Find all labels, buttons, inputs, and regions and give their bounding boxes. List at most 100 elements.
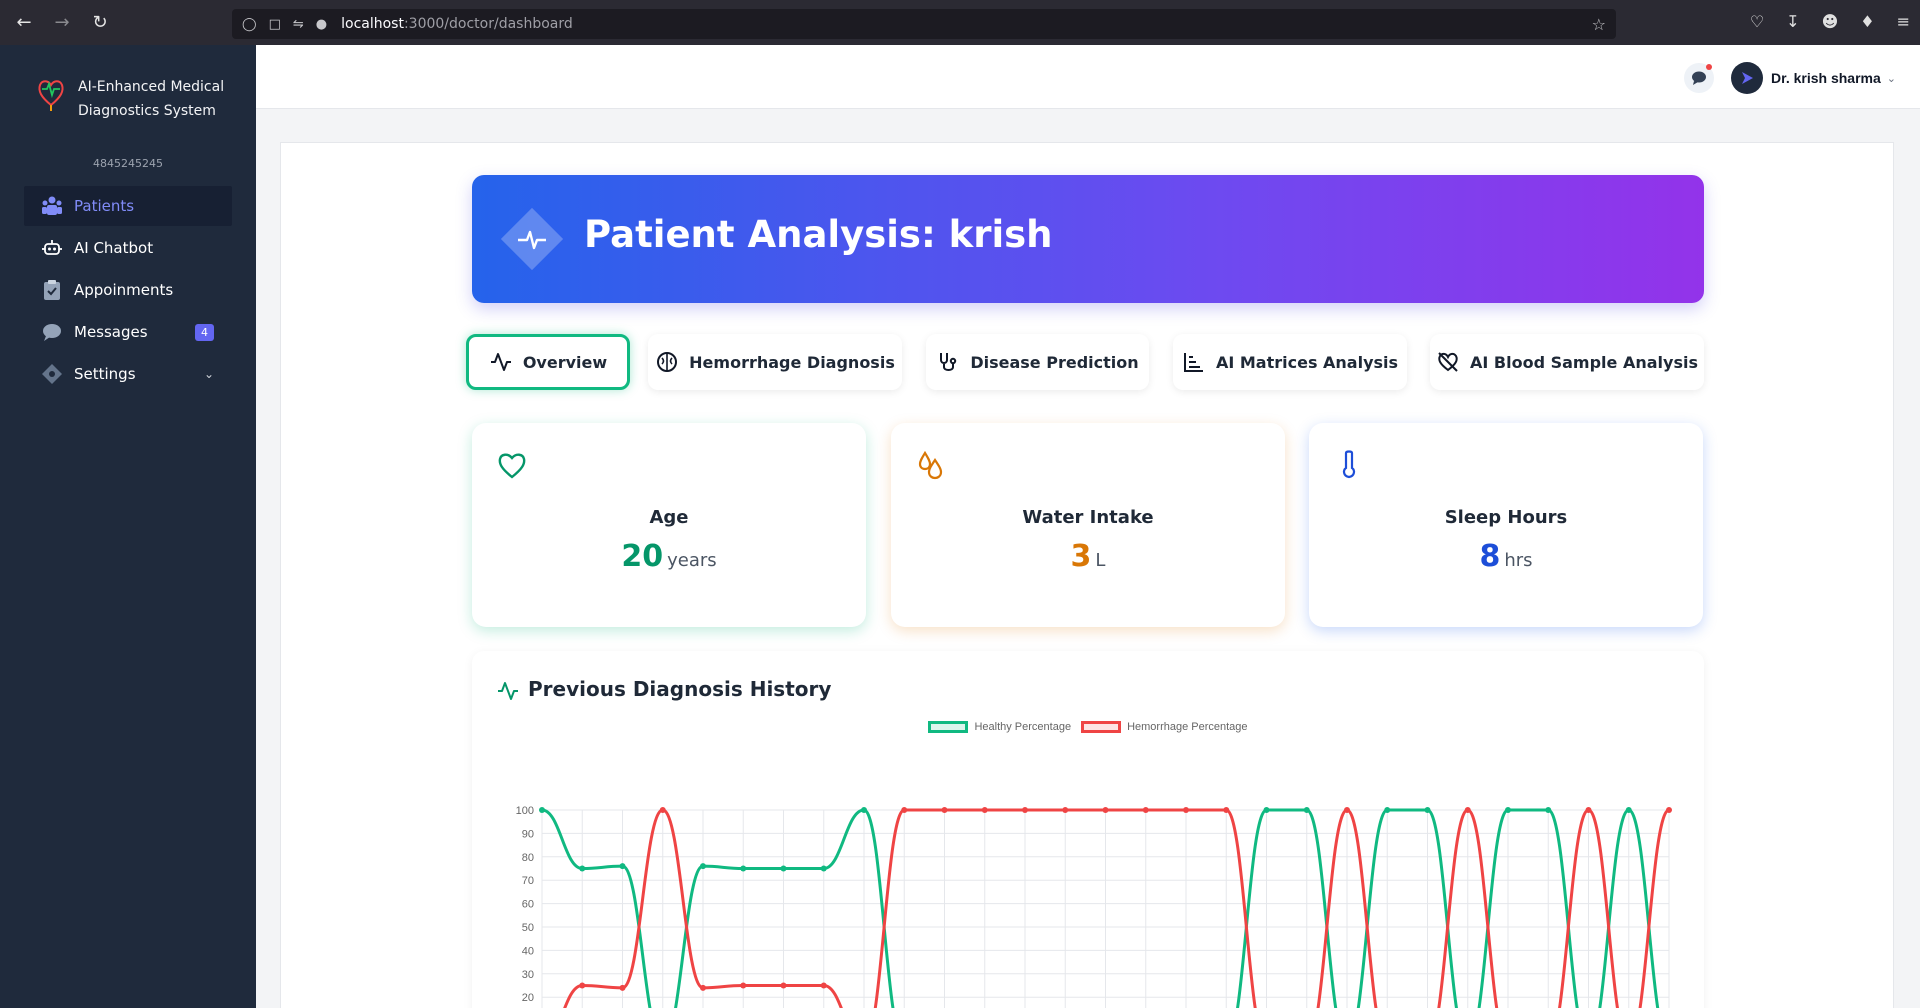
data-point-hemorrhage bbox=[1464, 807, 1471, 813]
user-menu[interactable]: Dr. krish sharma ⌄ bbox=[1731, 62, 1896, 94]
y-tick-label: 60 bbox=[522, 899, 534, 911]
avatar[interactable] bbox=[1731, 62, 1764, 94]
data-point-healthy bbox=[861, 807, 867, 813]
sidebar-item-appoinments[interactable]: Appoinments bbox=[24, 270, 232, 310]
heart-icon bbox=[498, 453, 526, 479]
sidebar-item-label: Appoinments bbox=[74, 281, 174, 299]
shield-icon[interactable]: ◯ bbox=[242, 17, 257, 32]
sidebar-item-label: Patients bbox=[74, 197, 135, 215]
water-intake-unit: L bbox=[1095, 550, 1106, 571]
data-point-hemorrhage bbox=[1102, 807, 1109, 813]
play-logo-icon bbox=[1742, 72, 1754, 84]
data-point-healthy bbox=[1545, 807, 1552, 813]
data-point-healthy bbox=[1263, 807, 1270, 813]
heart-logo-icon bbox=[38, 80, 64, 111]
patients-icon bbox=[40, 194, 64, 218]
permissions-icon[interactable]: ⇋ bbox=[293, 17, 304, 32]
y-tick-label: 30 bbox=[522, 969, 534, 981]
data-point-hemorrhage bbox=[1666, 807, 1672, 813]
heart-off-icon bbox=[1438, 352, 1458, 372]
clipboard-icon bbox=[40, 278, 64, 302]
bar-chart-icon bbox=[1183, 353, 1203, 372]
data-point-hemorrhage bbox=[1223, 807, 1230, 813]
download-icon[interactable]: ↧ bbox=[1786, 12, 1799, 31]
data-point-hemorrhage bbox=[579, 982, 586, 989]
data-point-healthy bbox=[1424, 807, 1431, 813]
sleep-hours-card: Sleep Hours 8 hrs bbox=[1309, 423, 1703, 627]
y-tick-label: 90 bbox=[522, 828, 534, 840]
data-point-hemorrhage bbox=[1344, 807, 1350, 813]
age-card: Age 20 years bbox=[472, 423, 866, 627]
forward-icon[interactable]: → bbox=[48, 9, 76, 37]
extensions-icon[interactable]: ♦ bbox=[1860, 12, 1874, 31]
data-point-hemorrhage bbox=[659, 807, 666, 813]
page-icon[interactable]: □ bbox=[269, 17, 281, 32]
data-point-hemorrhage bbox=[740, 982, 747, 989]
y-tick-label: 70 bbox=[522, 875, 534, 887]
tab-label: Disease Prediction bbox=[970, 352, 1139, 372]
doctor-id: 4845245245 bbox=[93, 157, 163, 170]
sidebar-item-label: AI Chatbot bbox=[74, 239, 154, 257]
water-intake-value: 3 bbox=[1070, 539, 1092, 574]
sleep-hours-unit: hrs bbox=[1504, 550, 1533, 571]
menu-icon[interactable]: ≡ bbox=[1897, 12, 1910, 31]
tab-overview[interactable]: Overview bbox=[466, 334, 630, 390]
unread-dot bbox=[1706, 64, 1712, 70]
data-point-healthy bbox=[1625, 807, 1632, 813]
pocket-icon[interactable]: ♡ bbox=[1750, 12, 1764, 31]
data-point-hemorrhage bbox=[700, 984, 706, 991]
activity-icon bbox=[498, 682, 518, 700]
bookmark-star-icon[interactable]: ☆ bbox=[1592, 15, 1606, 34]
activity-diamond-icon bbox=[500, 207, 564, 271]
brand-name-line1: AI-Enhanced Medical bbox=[78, 79, 225, 95]
water-intake-card: Water Intake 3L bbox=[891, 423, 1285, 627]
stat-label: Water Intake bbox=[1022, 507, 1154, 528]
brand[interactable]: AI-Enhanced Medical Diagnostics System bbox=[0, 45, 256, 123]
data-point-healthy bbox=[780, 865, 787, 872]
data-point-hemorrhage bbox=[1585, 807, 1592, 813]
age-value: 20 bbox=[621, 539, 664, 574]
robot-icon bbox=[40, 236, 64, 260]
data-point-healthy bbox=[820, 865, 827, 872]
sleep-hours-value: 8 bbox=[1479, 539, 1501, 574]
brand-name-line2: Diagnostics System bbox=[78, 103, 216, 119]
data-point-hemorrhage bbox=[1062, 807, 1069, 813]
diagnosis-history-chart[interactable]: 0102030405060708090100 bbox=[472, 717, 1704, 1008]
droplets-icon bbox=[918, 450, 943, 480]
sidebar-item-ai-chatbot[interactable]: AI Chatbot bbox=[24, 228, 232, 268]
microphone-icon[interactable]: ● bbox=[316, 17, 327, 32]
stat-label: Age bbox=[649, 507, 689, 528]
activity-icon bbox=[490, 353, 511, 371]
data-point-healthy bbox=[619, 863, 626, 870]
chevron-down-icon[interactable]: ⌄ bbox=[1887, 72, 1896, 85]
user-name: Dr. krish sharma bbox=[1771, 70, 1881, 86]
data-point-healthy bbox=[539, 807, 545, 813]
url-bar[interactable]: ◯ □ ⇋ ● localhost:3000/doctor/dashboard … bbox=[232, 9, 1616, 39]
back-icon[interactable]: ← bbox=[10, 9, 38, 37]
tab-disease-prediction[interactable]: Disease Prediction bbox=[926, 334, 1149, 390]
analysis-tabs: Overview Hemorrhage Diagnosis Disease Pr… bbox=[0, 334, 1920, 392]
tab-ai-blood-sample-analysis[interactable]: AI Blood Sample Analysis bbox=[1430, 334, 1704, 390]
top-header: Dr. krish sharma ⌄ bbox=[256, 45, 1920, 109]
data-point-healthy bbox=[1505, 807, 1511, 813]
chat-bubble-icon bbox=[1692, 71, 1706, 85]
reload-icon[interactable]: ↻ bbox=[86, 9, 114, 37]
data-point-hemorrhage bbox=[1142, 807, 1149, 813]
data-point-healthy bbox=[700, 863, 706, 870]
data-point-healthy bbox=[1303, 807, 1310, 813]
page-title: Patient Analysis: krish bbox=[584, 213, 1053, 256]
data-point-healthy bbox=[1384, 807, 1391, 813]
notifications-button[interactable] bbox=[1684, 63, 1714, 93]
tab-hemorrhage-diagnosis[interactable]: Hemorrhage Diagnosis bbox=[648, 334, 902, 390]
data-point-hemorrhage bbox=[901, 807, 908, 813]
section-title: Previous Diagnosis History bbox=[528, 677, 832, 701]
data-point-hemorrhage bbox=[619, 984, 626, 991]
url-host: localhost bbox=[341, 16, 404, 32]
tab-label: AI Matrices Analysis bbox=[1215, 352, 1399, 372]
tab-ai-matrices-analysis[interactable]: AI Matrices Analysis bbox=[1173, 334, 1407, 390]
sidebar-item-patients[interactable]: Patients bbox=[24, 186, 232, 226]
account-icon[interactable]: ☻ bbox=[1822, 12, 1839, 31]
data-point-hemorrhage bbox=[981, 807, 988, 813]
data-point-hemorrhage bbox=[1022, 807, 1028, 813]
tab-label: Hemorrhage Diagnosis bbox=[689, 352, 895, 372]
